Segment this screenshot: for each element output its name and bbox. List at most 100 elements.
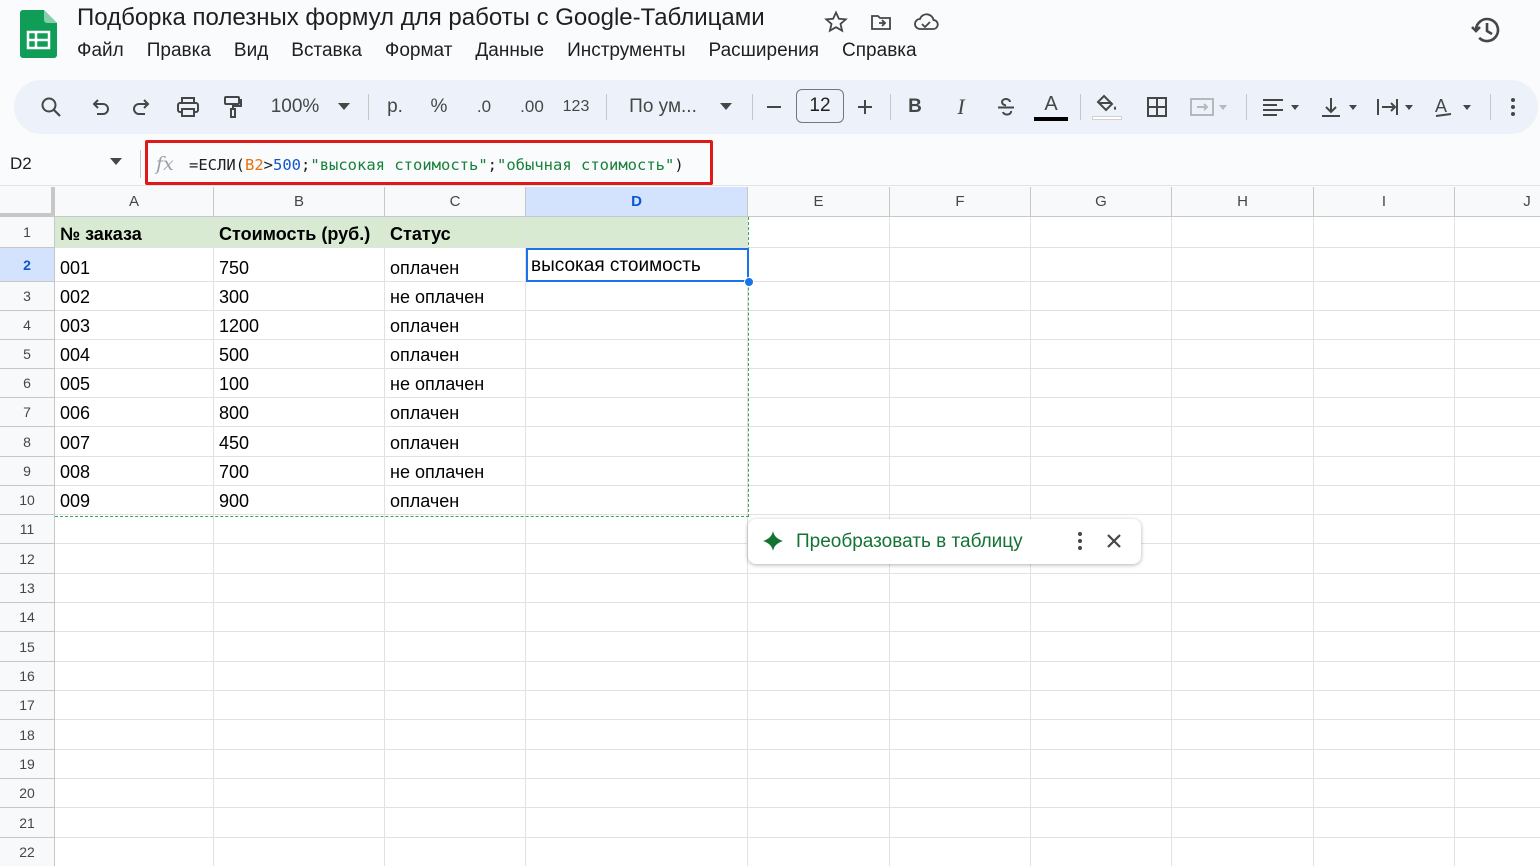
row-header-6[interactable]: 6 [0,369,55,398]
cell-b1[interactable]: Стоимость (руб.) [214,217,385,248]
cell-a8[interactable]: 007 [55,427,214,457]
cell-i12[interactable] [1314,544,1455,574]
cell-h3[interactable] [1172,282,1314,311]
cell-e7[interactable] [748,398,890,427]
column-header-h[interactable]: H [1172,187,1314,217]
menu-view[interactable]: Вид [234,40,268,62]
cell-j17[interactable] [1455,691,1540,720]
cell-e13[interactable] [748,574,890,603]
cell-a18[interactable] [55,720,214,750]
cell-i21[interactable] [1314,808,1455,838]
cell-e8[interactable] [748,427,890,457]
cell-a19[interactable] [55,750,214,779]
menu-data[interactable]: Данные [475,40,544,62]
column-header-j[interactable]: J [1455,187,1540,217]
cell-d10[interactable] [526,486,748,515]
cell-a16[interactable] [55,662,214,691]
cell-a13[interactable] [55,574,214,603]
italic-button[interactable]: I [946,80,976,134]
cell-g20[interactable] [1031,779,1172,808]
cell-f21[interactable] [890,808,1031,838]
cell-j16[interactable] [1455,662,1540,691]
row-header-10[interactable]: 10 [0,486,55,515]
cell-d20[interactable] [526,779,748,808]
cell-h13[interactable] [1172,574,1314,603]
row-header-5[interactable]: 5 [0,340,55,369]
cell-c11[interactable] [385,515,526,544]
cell-d13[interactable] [526,574,748,603]
cell-b22[interactable] [214,838,385,866]
cell-c10[interactable]: оплачен [385,486,526,515]
cell-j10[interactable] [1455,486,1540,515]
row-header-22[interactable]: 22 [0,838,55,866]
cell-d14[interactable] [526,603,748,632]
cell-c20[interactable] [385,779,526,808]
cell-d17[interactable] [526,691,748,720]
column-header-b[interactable]: B [214,187,385,217]
cell-e9[interactable] [748,457,890,486]
row-header-3[interactable]: 3 [0,282,55,311]
cell-f14[interactable] [890,603,1031,632]
decrease-font-size-icon[interactable] [762,80,786,134]
decrease-decimal-button[interactable]: .0 [466,80,502,134]
cell-i7[interactable] [1314,398,1455,427]
cell-i22[interactable] [1314,838,1455,866]
cell-f3[interactable] [890,282,1031,311]
cell-c5[interactable]: оплачен [385,340,526,369]
cell-e18[interactable] [748,720,890,750]
cell-g14[interactable] [1031,603,1172,632]
cell-d1[interactable] [526,217,748,248]
cell-d22[interactable] [526,838,748,866]
cell-b20[interactable] [214,779,385,808]
cell-g17[interactable] [1031,691,1172,720]
cell-a22[interactable] [55,838,214,866]
cell-g5[interactable] [1031,340,1172,369]
row-header-2[interactable]: 2 [0,248,55,282]
cell-b11[interactable] [214,515,385,544]
cell-a5[interactable]: 004 [55,340,214,369]
column-header-a[interactable]: A [55,187,214,217]
paint-format-icon[interactable] [216,80,250,134]
cell-i8[interactable] [1314,427,1455,457]
cell-b17[interactable] [214,691,385,720]
more-options-icon[interactable] [1500,80,1526,134]
column-header-d[interactable]: D [526,187,748,217]
currency-format-button[interactable]: р. [380,80,410,134]
cell-h15[interactable] [1172,632,1314,662]
cell-d16[interactable] [526,662,748,691]
cell-h16[interactable] [1172,662,1314,691]
row-header-20[interactable]: 20 [0,779,55,808]
cell-e5[interactable] [748,340,890,369]
row-header-17[interactable]: 17 [0,691,55,720]
cell-f7[interactable] [890,398,1031,427]
cell-c4[interactable]: оплачен [385,311,526,340]
chevron-down-icon[interactable] [714,80,738,134]
convert-to-table-chip[interactable]: Преобразовать в таблицу [748,519,1141,564]
row-header-19[interactable]: 19 [0,750,55,779]
cell-f10[interactable] [890,486,1031,515]
cell-d21[interactable] [526,808,748,838]
cell-i3[interactable] [1314,282,1455,311]
font-size-input[interactable]: 12 [796,89,844,123]
cell-f5[interactable] [890,340,1031,369]
cell-b6[interactable]: 100 [214,369,385,398]
cell-c2[interactable]: оплачен [385,248,526,282]
cell-e1[interactable] [748,217,890,248]
cell-a9[interactable]: 008 [55,457,214,486]
zoom-select[interactable]: 100% [260,80,330,134]
cell-b9[interactable]: 700 [214,457,385,486]
cloud-saved-icon[interactable] [912,8,939,35]
cell-f6[interactable] [890,369,1031,398]
cell-h6[interactable] [1172,369,1314,398]
cell-j4[interactable] [1455,311,1540,340]
menu-tools[interactable]: Инструменты [567,40,685,62]
cell-j19[interactable] [1455,750,1540,779]
cell-b15[interactable] [214,632,385,662]
cell-e17[interactable] [748,691,890,720]
cell-f20[interactable] [890,779,1031,808]
row-header-13[interactable]: 13 [0,574,55,603]
cell-g18[interactable] [1031,720,1172,750]
row-header-8[interactable]: 8 [0,427,55,457]
cell-j6[interactable] [1455,369,1540,398]
cell-i4[interactable] [1314,311,1455,340]
